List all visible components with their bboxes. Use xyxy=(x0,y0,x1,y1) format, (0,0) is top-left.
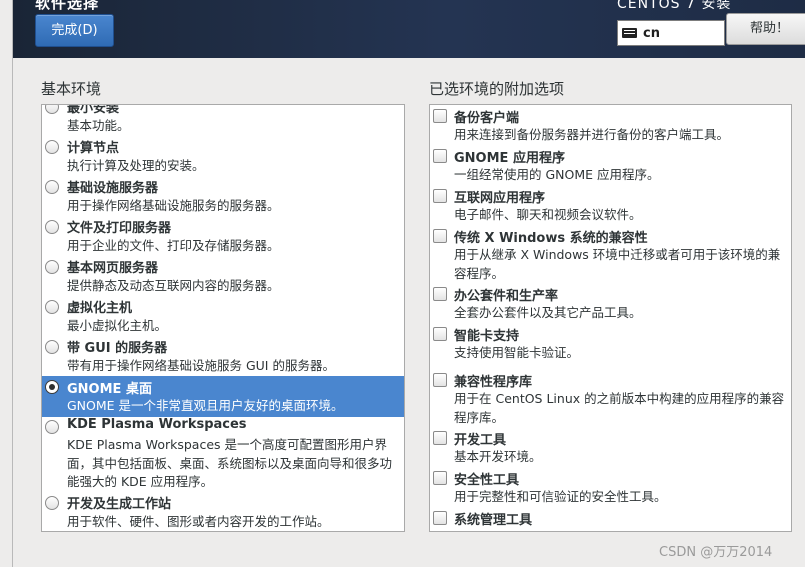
env-item-minimal[interactable]: 最小安装 基本功能。 xyxy=(42,104,404,137)
addon-item-desc: 用于完整性和可信验证的安全性工具。 xyxy=(454,489,667,504)
radio-button[interactable] xyxy=(45,300,59,314)
addon-item-dev-tools[interactable]: 开发工具 基本开发环境。 xyxy=(430,429,791,469)
env-item-title: 基础设施服务器 xyxy=(67,181,159,196)
keyboard-layout-indicator[interactable]: cn xyxy=(617,20,725,46)
env-item-title: 最小安装 xyxy=(67,104,120,116)
addon-item-desc: 基本开发环境。 xyxy=(454,449,542,464)
done-button[interactable]: 完成(D) xyxy=(35,14,114,47)
watermark: CSDN @万万2014 xyxy=(659,545,773,560)
addon-item-desc: 一组经常使用的 GNOME 应用程序。 xyxy=(454,167,660,182)
keyboard-icon xyxy=(622,28,637,38)
env-item-title: 基本网页服务器 xyxy=(67,261,159,276)
checkbox[interactable] xyxy=(433,431,447,445)
help-button[interactable]: 帮助！ xyxy=(726,13,805,45)
addon-item-office-suite[interactable]: 办公套件和生产率 全套办公套件以及其它产品工具。 xyxy=(430,285,791,325)
env-item-desc: 提供静态及动态互联网内容的服务器。 xyxy=(67,278,280,293)
addon-item-smart-card[interactable]: 智能卡支持 支持使用智能卡验证。 xyxy=(430,325,791,365)
env-item-server-with-gui[interactable]: 带 GUI 的服务器 带有用于操作网络基础设施服务 GUI 的服务器。 xyxy=(42,337,404,377)
env-item-file-print-server[interactable]: 文件及打印服务器 用于企业的文件、打印及存储服务器。 xyxy=(42,217,404,257)
addon-item-backup-client[interactable]: 备份客户端 用来连接到备份服务器并进行备份的客户端工具。 xyxy=(430,107,791,147)
env-item-virtualization-host[interactable]: 虚拟化主机 最小虚拟化主机。 xyxy=(42,297,404,337)
env-item-desc: 用于操作网络基础设施服务的服务器。 xyxy=(67,198,280,213)
env-item-desc: 用于企业的文件、打印及存储服务器。 xyxy=(67,238,280,253)
addon-item-desc: 用来连接到备份服务器并进行备份的客户端工具。 xyxy=(454,127,730,142)
checkbox[interactable] xyxy=(433,229,447,243)
checkbox[interactable] xyxy=(433,109,447,123)
env-item-title: 开发及生成工作站 xyxy=(67,497,172,512)
addon-item-compat-libraries[interactable]: 兼容性程序库 用于在 CentOS Linux 的之前版本中构建的应用程序的兼容… xyxy=(430,371,791,429)
checkbox[interactable] xyxy=(433,373,447,387)
addon-item-title: 兼容性程序库 xyxy=(454,375,533,390)
addons-list[interactable]: 备份客户端 用来连接到备份服务器并进行备份的客户端工具。 GNOME 应用程序 … xyxy=(429,104,792,532)
addon-item-title: 互联网应用程序 xyxy=(454,191,546,206)
addon-item-system-admin-tools[interactable]: 系统管理工具 xyxy=(430,509,791,531)
env-item-desc: 用于软件、硬件、图形或者内容开发的工作站。 xyxy=(67,514,330,529)
addon-item-title: 安全性工具 xyxy=(454,473,520,488)
addon-item-desc: 支持使用智能卡验证。 xyxy=(454,345,580,360)
env-item-desc: GNOME 是一个非常直观且用户友好的桌面环境。 xyxy=(67,398,344,413)
env-item-kde-plasma[interactable]: KDE Plasma Workspaces KDE Plasma Workspa… xyxy=(42,417,404,493)
env-item-title: 虚拟化主机 xyxy=(67,301,133,316)
radio-button[interactable] xyxy=(45,140,59,154)
env-item-desc: 基本功能。 xyxy=(67,118,130,133)
env-item-title: 计算节点 xyxy=(67,141,120,156)
env-item-basic-web-server[interactable]: 基本网页服务器 提供静态及动态互联网内容的服务器。 xyxy=(42,257,404,297)
env-item-desc: 最小虚拟化主机。 xyxy=(67,318,168,333)
window-left-edge xyxy=(0,0,13,567)
radio-button[interactable] xyxy=(45,496,59,510)
addon-item-title: 系统管理工具 xyxy=(454,513,533,528)
env-item-title: 带 GUI 的服务器 xyxy=(67,341,168,356)
radio-button-selected[interactable] xyxy=(45,380,59,394)
env-item-desc: 带有用于操作网络基础设施服务 GUI 的服务器。 xyxy=(67,358,335,373)
base-environment-list[interactable]: 最小安装 基本功能。 计算节点 执行计算及处理的安装。 基础设施服务器 用于操作… xyxy=(41,104,405,532)
env-item-gnome-desktop[interactable]: GNOME 桌面 GNOME 是一个非常直观且用户友好的桌面环境。 xyxy=(42,376,404,417)
addon-item-legacy-x-windows[interactable]: 传统 X Windows 系统的兼容性 用于从继承 X Windows 环境中迁… xyxy=(430,227,791,285)
addon-item-title: 备份客户端 xyxy=(454,111,520,126)
addons-heading: 已选环境的附加选项 xyxy=(429,80,565,98)
radio-button[interactable] xyxy=(45,105,59,114)
env-item-desc: 执行计算及处理的安装。 xyxy=(67,158,205,173)
addon-item-desc: 全套办公套件以及其它产品工具。 xyxy=(454,305,642,320)
radio-button[interactable] xyxy=(45,260,59,274)
addon-item-title: 开发工具 xyxy=(454,433,507,448)
env-item-title: 文件及打印服务器 xyxy=(67,221,172,236)
addon-item-desc: 用于从继承 X Windows 环境中迁移或者可用于该环境的兼容程序。 xyxy=(454,247,781,281)
env-item-desc: KDE Plasma Workspaces 是一个高度可配置图形用户界面，其中包… xyxy=(67,437,393,489)
radio-button[interactable] xyxy=(45,220,59,234)
env-item-compute-node[interactable]: 计算节点 执行计算及处理的安装。 xyxy=(42,137,404,177)
checkbox[interactable] xyxy=(433,511,447,525)
checkbox[interactable] xyxy=(433,287,447,301)
addon-item-desc: 电子邮件、聊天和视频会议软件。 xyxy=(454,207,642,222)
addon-item-gnome-apps[interactable]: GNOME 应用程序 一组经常使用的 GNOME 应用程序。 xyxy=(430,147,791,187)
env-item-title: GNOME 桌面 xyxy=(67,382,152,397)
addon-item-title: 传统 X Windows 系统的兼容性 xyxy=(454,231,648,246)
screen-title: 软件选择 xyxy=(35,0,100,12)
radio-button[interactable] xyxy=(45,180,59,194)
addon-item-internet-apps[interactable]: 互联网应用程序 电子邮件、聊天和视频会议软件。 xyxy=(430,187,791,227)
checkbox[interactable] xyxy=(433,189,447,203)
addon-item-title: 智能卡支持 xyxy=(454,329,520,344)
env-item-title: KDE Plasma Workspaces xyxy=(67,417,247,432)
checkbox[interactable] xyxy=(433,149,447,163)
checkbox[interactable] xyxy=(433,471,447,485)
addon-item-security-tools[interactable]: 安全性工具 用于完整性和可信验证的安全性工具。 xyxy=(430,469,791,509)
env-item-development-workstation[interactable]: 开发及生成工作站 用于软件、硬件、图形或者内容开发的工作站。 xyxy=(42,493,404,531)
header-bar: 软件选择 完成(D) CENTOS 7 安装 cn 帮助！ xyxy=(13,0,805,58)
addon-item-title: 办公套件和生产率 xyxy=(454,289,559,304)
radio-button[interactable] xyxy=(45,340,59,354)
radio-button[interactable] xyxy=(45,420,59,434)
addon-item-desc: 用于在 CentOS Linux 的之前版本中构建的应用程序的兼容程序库。 xyxy=(454,391,785,425)
base-environment-heading: 基本环境 xyxy=(41,80,102,98)
addon-item-title: GNOME 应用程序 xyxy=(454,151,565,166)
product-title: CENTOS 7 安装 xyxy=(617,0,732,12)
keyboard-layout-label: cn xyxy=(643,26,660,41)
env-item-infrastructure-server[interactable]: 基础设施服务器 用于操作网络基础设施服务的服务器。 xyxy=(42,177,404,217)
checkbox[interactable] xyxy=(433,327,447,341)
